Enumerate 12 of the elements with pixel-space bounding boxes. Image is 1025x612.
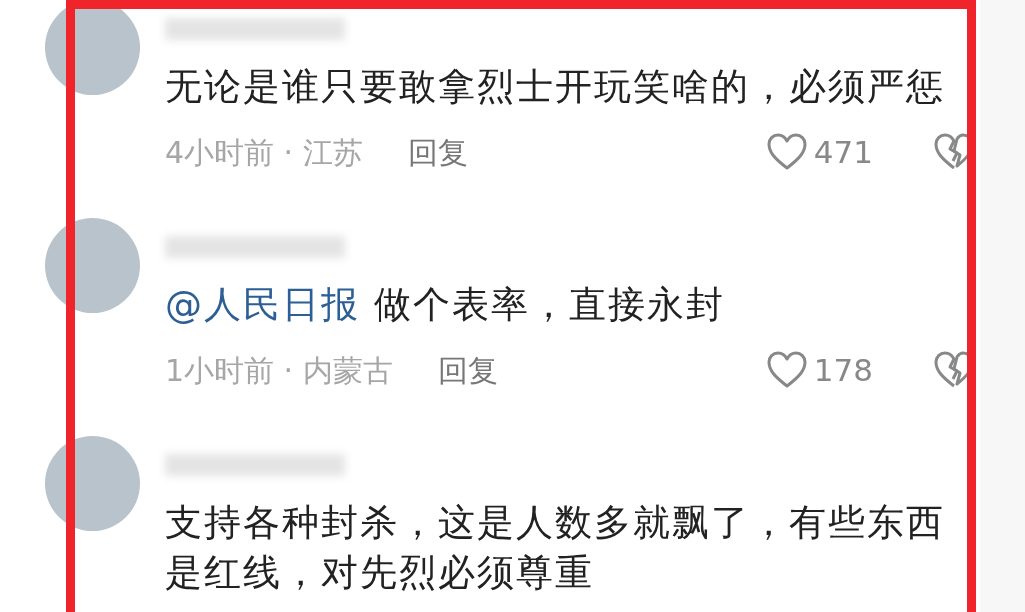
time-location: 1小时前 · 内蒙古 — [165, 351, 393, 390]
reply-link[interactable]: 回复 — [407, 129, 468, 175]
like-icon[interactable] — [765, 351, 808, 389]
like-count: 178 — [813, 350, 873, 390]
comment-text: @人民日报 做个表率，直接永封 — [165, 282, 726, 328]
comment-text: 无论是谁只要敢拿烈士开玩笑啥的，必须严惩 — [165, 64, 946, 110]
comment-text: 支持各种封杀，这是人数多就飘了，有些东西是红线，对先烈必须尊重 — [165, 500, 946, 596]
like-icon[interactable] — [765, 133, 808, 171]
mention-link[interactable]: @人民日报 — [165, 283, 360, 326]
time-location: 4小时前 · 江苏 — [165, 133, 363, 172]
like-count: 471 — [813, 132, 873, 172]
reply-link[interactable]: 回复 — [437, 347, 498, 393]
